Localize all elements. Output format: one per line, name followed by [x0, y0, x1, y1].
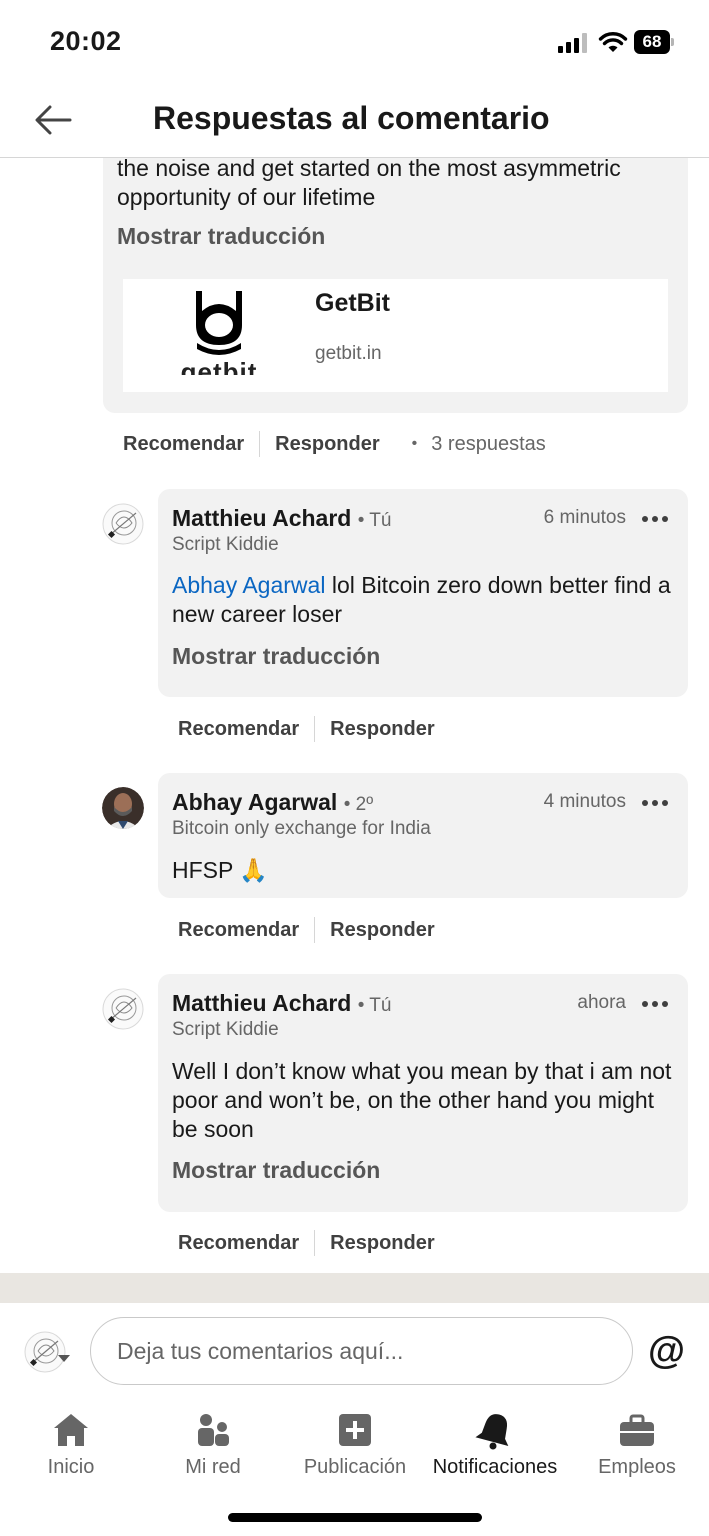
avatar[interactable] — [102, 787, 144, 829]
reply-actions: Recomendar Responder — [178, 915, 435, 945]
more-options-button[interactable] — [642, 798, 670, 808]
connection-degree: • Tú — [357, 510, 392, 531]
comment-time: 4 minutos — [543, 791, 626, 812]
like-button[interactable]: Recomendar — [178, 718, 299, 741]
back-button[interactable] — [30, 102, 78, 138]
comment-input[interactable] — [90, 1317, 633, 1385]
parent-comment-actions: Recomendar Responder • 3 respuestas — [123, 429, 546, 459]
like-button[interactable]: Recomendar — [178, 919, 299, 942]
home-icon — [51, 1410, 91, 1450]
link-preview-card[interactable]: getbit GetBit getbit.in — [123, 279, 668, 392]
briefcase-icon — [617, 1410, 657, 1450]
author-headline: Script Kiddie — [172, 1019, 279, 1040]
comment-time: 6 minutos — [543, 507, 626, 528]
nav-item-publicacion[interactable]: Publicación — [284, 1404, 426, 1484]
nav-label: Mi red — [185, 1456, 241, 1478]
comment-time: ahora — [577, 992, 626, 1013]
author-name-text: Matthieu Achard — [172, 505, 352, 531]
nav-item-mi-red[interactable]: Mi red — [142, 1404, 284, 1484]
nav-item-inicio[interactable]: Inicio — [0, 1404, 142, 1484]
mention-button[interactable]: @ — [648, 1329, 685, 1373]
mention-link[interactable]: Abhay Agarwal — [172, 572, 325, 598]
more-options-button[interactable] — [642, 999, 670, 1009]
author-name-text: Matthieu Achard — [172, 990, 352, 1016]
cellular-signal-icon — [558, 33, 590, 53]
home-indicator[interactable] — [228, 1513, 482, 1522]
connection-degree: • 2º — [343, 794, 374, 815]
connection-degree: • Tú — [357, 995, 392, 1016]
replies-thread: the noise and get started on the most as… — [0, 158, 709, 1273]
avatar[interactable] — [102, 503, 144, 545]
nav-item-empleos[interactable]: Empleos — [566, 1404, 708, 1484]
parent-comment-text: the noise and get started on the most as… — [117, 158, 621, 210]
show-translation-link[interactable]: Mostrar traducción — [172, 643, 380, 670]
logo-wordmark: getbit — [180, 357, 258, 375]
separator-dot: • — [411, 435, 418, 452]
show-translation-link[interactable]: Mostrar traducción — [117, 223, 325, 250]
reply-button[interactable]: Responder — [330, 718, 434, 741]
page-title: Respuestas al comentario — [153, 100, 550, 136]
nav-label: Empleos — [598, 1456, 676, 1478]
battery-level: 68 — [634, 30, 670, 54]
more-options-button[interactable] — [642, 514, 670, 524]
arrow-left-icon — [35, 105, 72, 135]
reply-actions: Recomendar Responder — [178, 1228, 435, 1258]
author-name[interactable]: Matthieu Achard • Tú — [172, 990, 391, 1017]
network-icon — [193, 1410, 233, 1450]
comment-composer: @ — [0, 1303, 709, 1398]
reply-button[interactable]: Responder — [330, 1232, 434, 1255]
composer-avatar[interactable] — [24, 1331, 66, 1373]
nav-label: Inicio — [47, 1456, 95, 1478]
link-title: GetBit — [315, 289, 390, 317]
post-icon — [335, 1410, 375, 1450]
nav-item-notificaciones[interactable]: Notificaciones — [424, 1404, 566, 1484]
author-name[interactable]: Matthieu Achard • Tú — [172, 505, 391, 532]
author-name-text: Abhay Agarwal — [172, 789, 338, 815]
author-name[interactable]: Abhay Agarwal • 2º — [172, 789, 373, 816]
divider-band — [0, 1273, 709, 1303]
author-headline: Bitcoin only exchange for India — [172, 818, 431, 839]
chevron-down-icon[interactable] — [58, 1355, 70, 1362]
reply-text: Well I don’t know what you mean by that … — [172, 1058, 672, 1142]
reply-text: HFSP 🙏 — [172, 857, 268, 883]
nav-label: Notificaciones — [432, 1456, 558, 1478]
avatar[interactable] — [102, 988, 144, 1030]
bell-icon — [475, 1410, 515, 1450]
author-headline: Script Kiddie — [172, 534, 279, 555]
link-domain: getbit.in — [315, 343, 382, 364]
reply-text: Abhay Agarwal lol Bitcoin zero down bett… — [172, 571, 677, 629]
wifi-icon — [598, 30, 628, 54]
reply-actions: Recomendar Responder — [178, 714, 435, 744]
top-bar: Respuestas al comentario — [0, 86, 709, 158]
replies-count[interactable]: 3 respuestas — [431, 433, 546, 456]
status-time: 20:02 — [50, 26, 122, 56]
like-button[interactable]: Recomendar — [178, 1232, 299, 1255]
show-translation-link[interactable]: Mostrar traducción — [172, 1157, 380, 1184]
battery-icon: 68 — [634, 30, 674, 54]
reply-button[interactable]: Responder — [275, 433, 379, 456]
status-bar: 20:02 68 — [0, 0, 709, 86]
getbit-logo: getbit — [163, 291, 275, 375]
like-button[interactable]: Recomendar — [123, 433, 244, 456]
nav-label: Publicación — [303, 1456, 407, 1478]
reply-button[interactable]: Responder — [330, 919, 434, 942]
